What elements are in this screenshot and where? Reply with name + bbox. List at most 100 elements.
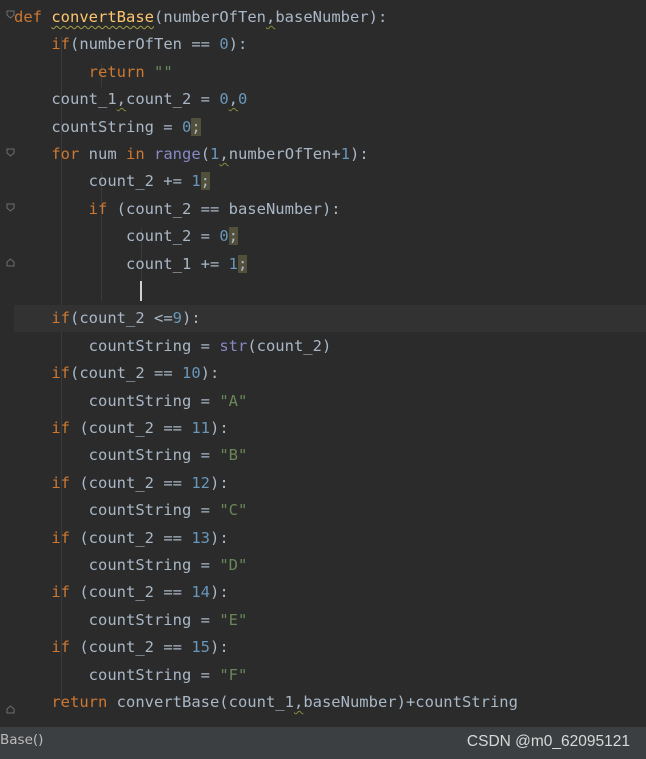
code-token: count_1 bbox=[14, 90, 117, 109]
code-token: 10 bbox=[181, 364, 201, 383]
code-token: (count_2 == bbox=[70, 473, 192, 492]
code-token: 13 bbox=[191, 528, 210, 547]
code-line[interactable]: return convertBase(count_1,baseNumber)+c… bbox=[14, 689, 646, 716]
code-token: if bbox=[51, 638, 70, 657]
code-token: 0 bbox=[219, 35, 229, 54]
code-token: countString = bbox=[14, 665, 220, 684]
code-token: countString = bbox=[14, 610, 220, 629]
code-token: countString = bbox=[14, 117, 182, 136]
code-line[interactable]: if (count_2 == baseNumber): bbox=[14, 196, 646, 223]
code-line[interactable]: countString = "A" bbox=[14, 388, 646, 415]
code-token: "C" bbox=[219, 501, 248, 520]
code-line[interactable]: countString = "B" bbox=[14, 442, 646, 469]
text-cursor bbox=[140, 281, 142, 301]
code-token: 0 bbox=[238, 90, 248, 109]
code-token: if bbox=[51, 35, 70, 54]
code-line[interactable]: def convertBase(numberOfTen,baseNumber): bbox=[14, 4, 646, 31]
code-line[interactable]: countString = "F" bbox=[14, 662, 646, 689]
code-token: 12 bbox=[191, 473, 210, 492]
code-line[interactable]: for num in range(1,numberOfTen+1): bbox=[14, 141, 646, 168]
code-line[interactable]: countString = 0; bbox=[14, 114, 646, 141]
code-token: if bbox=[51, 364, 70, 383]
code-line[interactable]: if(numberOfTen == 0): bbox=[14, 31, 646, 58]
code-token: def bbox=[14, 8, 42, 26]
code-token: 0 bbox=[219, 227, 229, 246]
code-line[interactable]: count_1,count_2 = 0,0 bbox=[14, 86, 646, 113]
code-line[interactable] bbox=[14, 278, 646, 305]
code-token: countString = bbox=[14, 336, 220, 355]
code-line[interactable]: countString = str(count_2) bbox=[14, 333, 646, 360]
code-line[interactable]: if (count_2 == 12): bbox=[14, 470, 646, 497]
code-editor[interactable]: def convertBase(numberOfTen,baseNumber):… bbox=[0, 0, 646, 726]
code-token: str bbox=[219, 336, 248, 355]
code-token: numberOfTen+ bbox=[228, 145, 341, 163]
code-token: (numberOfTen bbox=[154, 8, 266, 26]
code-token: count_1 += bbox=[14, 254, 229, 273]
code-token: if bbox=[51, 419, 70, 437]
code-token: ; bbox=[191, 117, 201, 136]
code-token: count_2 += bbox=[14, 172, 192, 191]
code-token: (count_2 == bbox=[70, 583, 192, 602]
code-token: 1 bbox=[340, 145, 351, 163]
code-token: count_2 = bbox=[14, 227, 220, 246]
code-token: baseNumber): bbox=[275, 8, 388, 26]
code-token: ): bbox=[210, 473, 229, 492]
code-line[interactable]: if (count_2 == 11): bbox=[14, 415, 646, 442]
code-line[interactable]: if (count_2 == 14): bbox=[14, 579, 646, 606]
code-token: ): bbox=[182, 309, 201, 328]
code-token: baseNumber)+countString bbox=[303, 693, 518, 711]
code-line[interactable]: if(count_2 <=9): bbox=[14, 305, 646, 333]
code-token: count_2 = bbox=[126, 90, 220, 109]
editor-gutter bbox=[0, 0, 15, 726]
code-line[interactable]: countString = "E" bbox=[14, 607, 646, 634]
code-line[interactable]: count_2 = 0; bbox=[14, 223, 646, 250]
code-token: 0 bbox=[219, 90, 229, 109]
code-token: 14 bbox=[191, 583, 210, 602]
code-line[interactable]: countString = "D" bbox=[14, 552, 646, 579]
code-token: ; bbox=[228, 227, 238, 246]
code-token: "" bbox=[154, 62, 173, 81]
code-token: ): bbox=[210, 419, 229, 437]
code-token: , bbox=[116, 90, 126, 109]
code-token: 15 bbox=[191, 638, 210, 657]
code-line[interactable]: if(count_2 == 10): bbox=[14, 360, 646, 387]
code-token: ( bbox=[200, 145, 211, 163]
code-token: 1 bbox=[191, 172, 201, 191]
code-line[interactable]: count_2 += 1; bbox=[14, 168, 646, 195]
code-token: (count_2) bbox=[247, 336, 332, 355]
code-token: "B" bbox=[219, 446, 248, 465]
code-token: return bbox=[88, 62, 145, 81]
code-token: (numberOfTen == bbox=[70, 35, 220, 54]
code-token: (count_2 <= bbox=[70, 309, 173, 328]
code-token: "D" bbox=[219, 556, 248, 574]
code-token: , bbox=[293, 693, 304, 711]
code-token: 0 bbox=[181, 117, 192, 136]
code-token: ; bbox=[200, 172, 210, 191]
code-token: ): bbox=[200, 364, 220, 383]
code-line[interactable]: if (count_2 == 15): bbox=[14, 634, 646, 661]
breadcrumb[interactable]: Base() bbox=[0, 727, 43, 753]
code-token: (count_2 == bbox=[70, 638, 192, 657]
code-line[interactable]: count_1 += 1; bbox=[14, 251, 646, 278]
code-line[interactable]: countString = "C" bbox=[14, 497, 646, 524]
code-token: (count_2 == bbox=[70, 528, 192, 547]
code-token: if bbox=[51, 309, 70, 328]
code-token: in bbox=[126, 145, 145, 163]
code-line[interactable]: if (count_2 == 13): bbox=[14, 525, 646, 552]
code-token: convertBase(count_1 bbox=[107, 693, 294, 711]
code-token: (count_2 == bbox=[70, 364, 182, 383]
code-token: , bbox=[219, 145, 229, 163]
code-token: 9 bbox=[172, 309, 182, 328]
code-line[interactable]: return "" bbox=[14, 59, 646, 86]
